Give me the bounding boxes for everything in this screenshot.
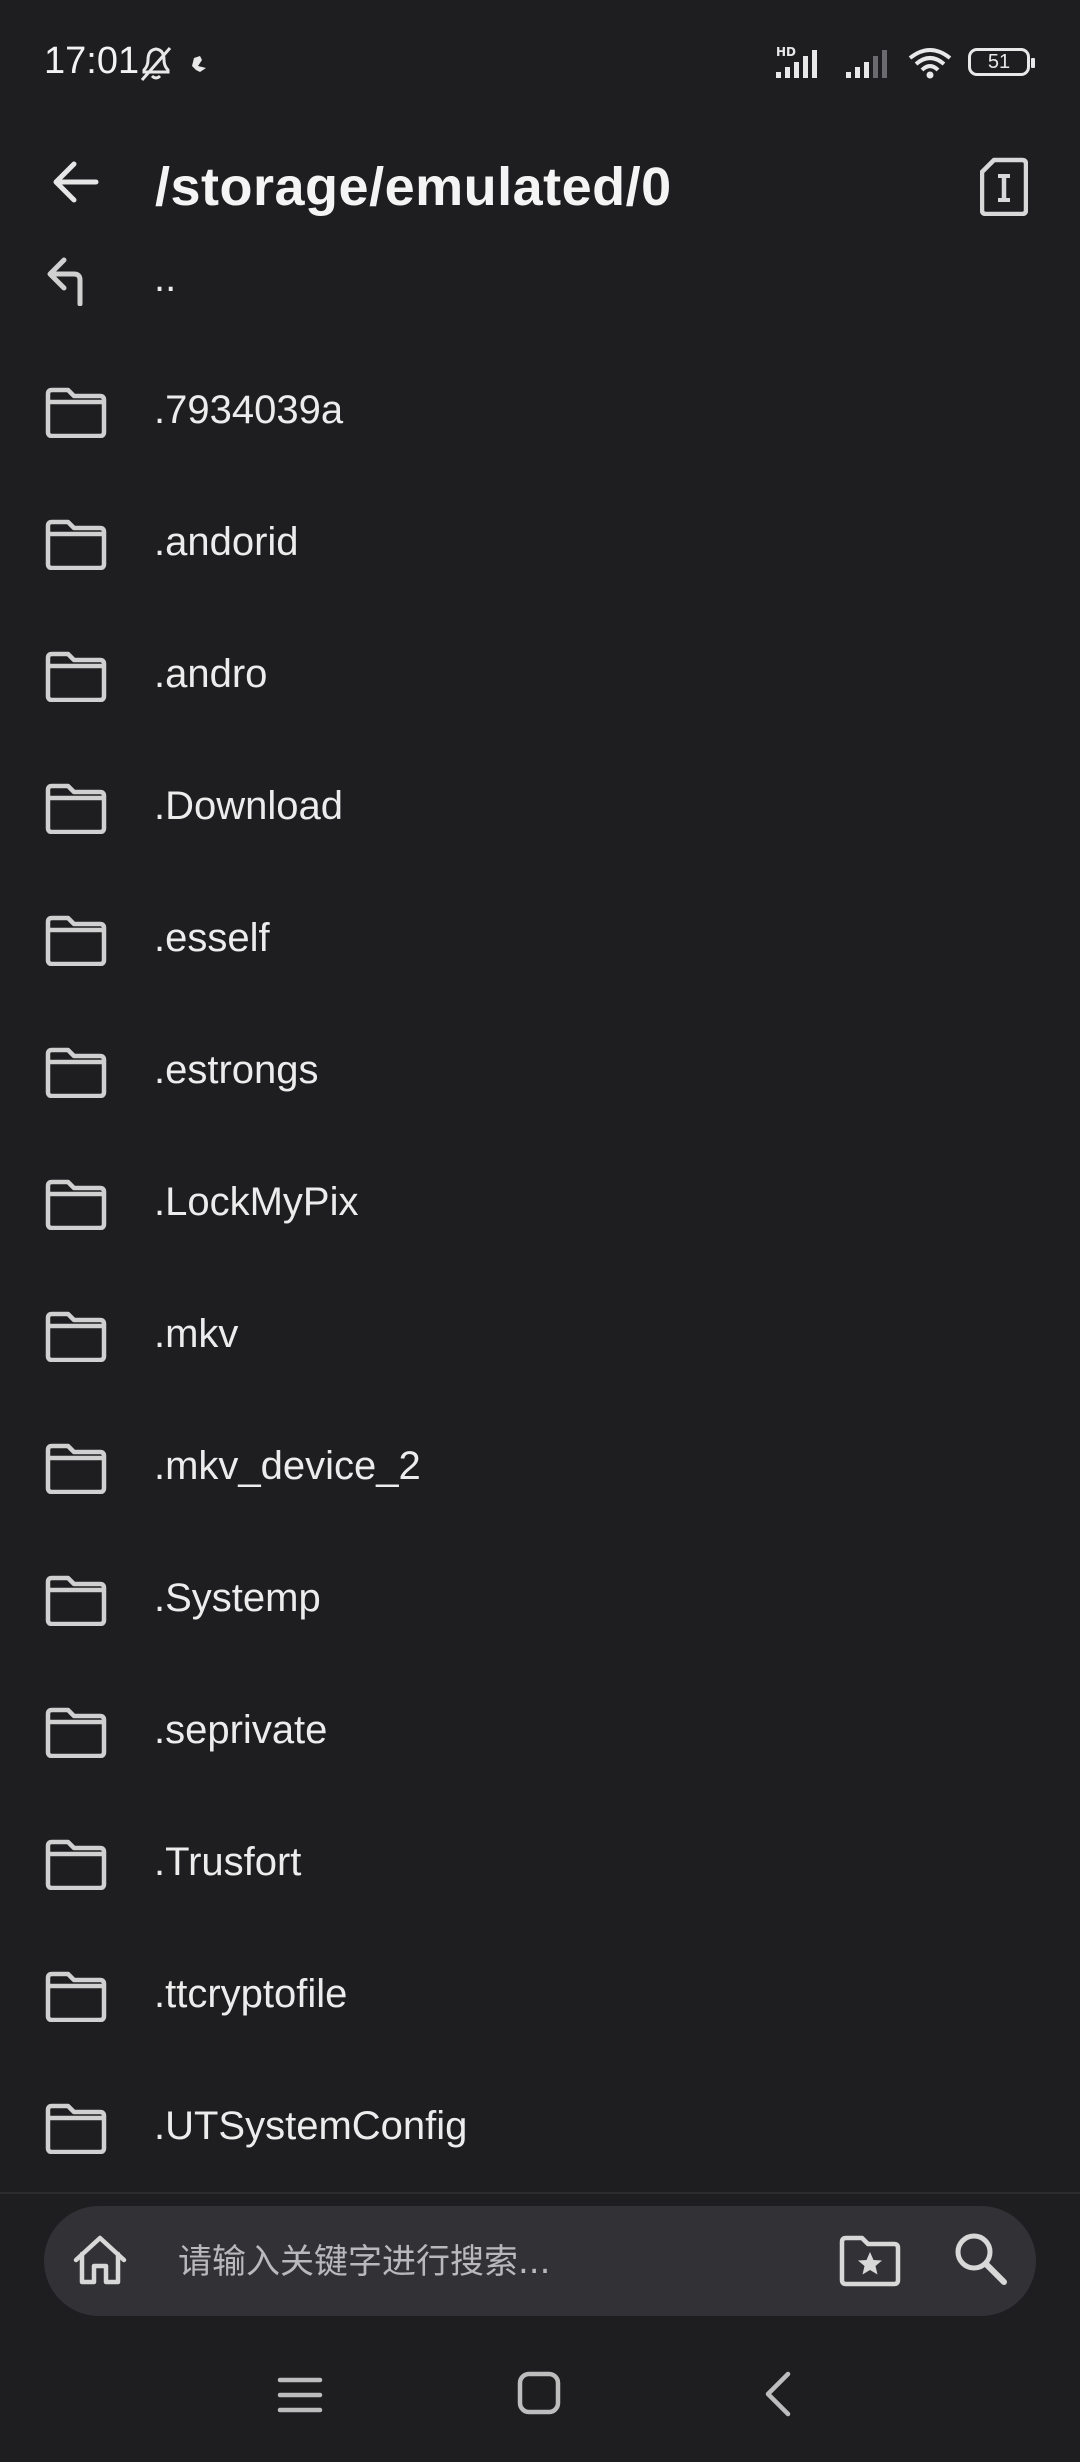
sd-card-icon — [980, 157, 1028, 216]
folder-icon — [44, 914, 108, 967]
parent-directory-icon — [44, 254, 108, 307]
list-item[interactable]: .estrongs — [0, 1004, 1080, 1136]
list-item-label: .andorid — [154, 519, 299, 564]
list-item[interactable]: .esself — [0, 872, 1080, 1004]
menu-icon — [277, 2377, 323, 2413]
list-item[interactable]: .mkv_device_2 — [0, 1400, 1080, 1532]
list-item-label: .esself — [154, 915, 270, 960]
folder-icon — [44, 1706, 108, 1759]
folder-icon — [44, 1046, 108, 1099]
folder-icon — [44, 1838, 108, 1891]
status-time: 17:01 — [44, 40, 140, 82]
list-item[interactable]: .andro — [0, 608, 1080, 740]
home-icon — [73, 2235, 127, 2285]
folder-icon — [44, 1178, 108, 1231]
back-button[interactable] — [44, 150, 108, 214]
parent-directory-row[interactable]: .. — [0, 212, 1080, 344]
battery-icon: 51 — [968, 48, 1035, 76]
folder-icon — [44, 650, 108, 703]
list-item[interactable]: .seprivate — [0, 1664, 1080, 1796]
list-item[interactable]: .mkv — [0, 1268, 1080, 1400]
list-item-label: .. — [154, 255, 177, 300]
list-item-label: .andro — [154, 651, 268, 696]
list-item-label: .LockMyPix — [154, 1179, 359, 1224]
folder-icon — [44, 1442, 108, 1495]
folder-icon — [44, 1574, 108, 1627]
back-chevron-icon — [765, 2371, 791, 2417]
list-item-label: .seprivate — [154, 1707, 328, 1752]
list-item[interactable]: .Trusfort — [0, 1796, 1080, 1928]
list-item-label: .mkv_device_2 — [154, 1443, 421, 1488]
list-item-label: .ttcryptofile — [154, 1971, 348, 2016]
list-item-label: .Systemp — [154, 1575, 321, 1620]
list-item[interactable]: .UTSystemConfig — [0, 2060, 1080, 2192]
list-item[interactable]: .Download — [0, 740, 1080, 872]
battery-level: 51 — [987, 50, 1011, 73]
status-right-icons: HD 51 — [774, 44, 1035, 80]
list-item-label: .7934039a — [154, 387, 344, 432]
search-input[interactable] — [176, 2236, 780, 2288]
list-item-label: .Trusfort — [154, 1839, 302, 1884]
signal-hd-icon: HD — [776, 45, 817, 78]
list-item-label: .UTSystemConfig — [154, 2103, 468, 2148]
page-title: /storage/emulated/0 — [155, 157, 672, 217]
list-item[interactable]: .Systemp — [0, 1532, 1080, 1664]
folder-icon — [44, 1970, 108, 2023]
file-list: .. .7934039a .andorid .andro .Download .essel… — [0, 212, 1080, 2192]
nav-back-button[interactable] — [758, 2368, 798, 2420]
search-icon — [955, 2233, 1007, 2285]
list-item-label: .estrongs — [154, 1047, 319, 1092]
status-left-icons — [138, 44, 218, 89]
bell-off-icon — [140, 47, 172, 81]
nav-home-button[interactable] — [514, 2368, 564, 2418]
list-item[interactable]: .ttcryptofile — [0, 1928, 1080, 2060]
list-item[interactable]: .LockMyPix — [0, 1136, 1080, 1268]
svg-text:HD: HD — [776, 45, 796, 59]
folder-icon — [44, 386, 108, 439]
bookmarks-button[interactable] — [838, 2232, 902, 2290]
home-button[interactable] — [70, 2230, 130, 2290]
folder-icon — [44, 782, 108, 835]
folder-icon — [44, 2102, 108, 2155]
list-item-label: .mkv — [154, 1311, 239, 1356]
list-item[interactable]: .7934039a — [0, 344, 1080, 476]
nav-recents-button[interactable] — [274, 2370, 326, 2420]
home-square-icon — [517, 2371, 561, 2415]
list-item-label: .Download — [154, 783, 344, 828]
list-item[interactable]: .andorid — [0, 476, 1080, 608]
search-button[interactable] — [950, 2228, 1010, 2288]
folder-icon — [44, 1310, 108, 1363]
folder-star-icon — [839, 2235, 901, 2287]
signal-icon — [846, 50, 887, 78]
wifi-icon — [908, 48, 952, 79]
app-notification-icon — [192, 56, 206, 72]
folder-icon — [44, 518, 108, 571]
arrow-left-icon — [53, 161, 99, 203]
